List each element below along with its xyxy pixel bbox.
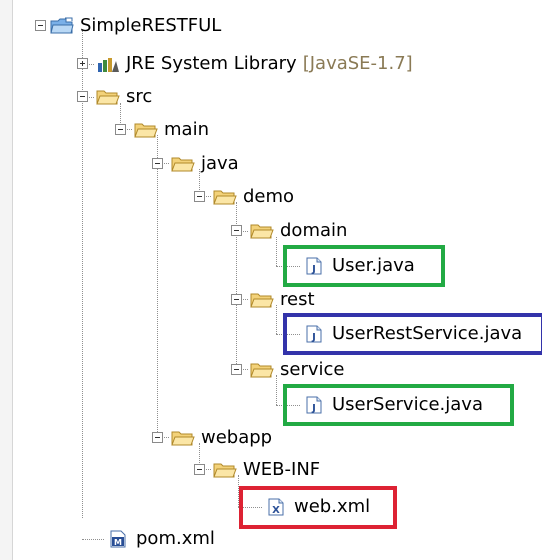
tree-item-webapp[interactable]: webapp xyxy=(171,423,272,453)
tree-item-label: webapp xyxy=(201,427,273,448)
folder-icon xyxy=(250,293,274,308)
folder-icon xyxy=(213,190,237,205)
folder-icon xyxy=(171,157,195,172)
collapse-toggle-main[interactable] xyxy=(115,124,126,135)
library-icon xyxy=(98,58,119,72)
tree-item-label: service xyxy=(280,359,345,380)
highlight-box-user-rest-service-java xyxy=(283,313,542,355)
tree-item-main[interactable]: main xyxy=(134,115,209,145)
tree-item-demo[interactable]: demo xyxy=(213,182,294,212)
tree-item-label: java xyxy=(201,153,239,174)
tree-item-service[interactable]: service xyxy=(250,355,344,385)
project-explorer-tree: SimpleRESTFUL JRE System Library [JavaSE… xyxy=(0,0,542,560)
tree-item-label: demo xyxy=(243,186,295,207)
highlight-box-user-java xyxy=(283,245,445,287)
tree-item-jre-system-library[interactable]: JRE System Library [JavaSE-1.7] xyxy=(96,49,413,79)
tree-item-rest[interactable]: rest xyxy=(250,285,315,315)
maven-pom-icon: M xyxy=(110,530,126,548)
collapse-toggle-webapp[interactable] xyxy=(152,432,163,443)
tree-item-java[interactable]: java xyxy=(171,149,239,179)
tree-item-label: src xyxy=(126,86,153,107)
collapse-toggle-simplerestful[interactable] xyxy=(35,20,46,31)
tree-item-pom-xml[interactable]: M pom.xml xyxy=(106,524,215,554)
tree-item-simplerestful[interactable]: SimpleRESTFUL xyxy=(50,11,221,41)
tree-item-decoration: [JavaSE-1.7] xyxy=(302,53,413,74)
tree-item-label: JRE System Library xyxy=(126,53,297,74)
highlight-box-user-service-java xyxy=(283,384,514,426)
tree-item-label: rest xyxy=(280,289,315,310)
folder-icon xyxy=(213,463,237,478)
collapse-toggle-service[interactable] xyxy=(231,364,242,375)
tree-item-domain[interactable]: domain xyxy=(250,216,347,246)
tree-item-web-inf[interactable]: WEB-INF xyxy=(213,455,320,485)
collapse-toggle-domain[interactable] xyxy=(231,225,242,236)
collapse-toggle-web-inf[interactable] xyxy=(194,464,205,475)
folder-icon xyxy=(134,123,158,138)
tree-item-src[interactable]: src xyxy=(96,82,152,112)
folder-icon xyxy=(171,431,195,446)
collapse-toggle-rest[interactable] xyxy=(231,294,242,305)
collapse-toggle-demo[interactable] xyxy=(194,191,205,202)
tree-item-label: WEB-INF xyxy=(243,459,321,480)
svg-text:M: M xyxy=(114,538,122,547)
collapse-toggle-java[interactable] xyxy=(152,158,163,169)
project-folder-icon xyxy=(50,17,74,34)
tree-item-label: pom.xml xyxy=(136,528,215,549)
folder-icon xyxy=(250,224,274,239)
tree-item-label: main xyxy=(164,119,209,140)
expand-toggle-jre[interactable] xyxy=(77,58,88,69)
folder-icon xyxy=(250,363,274,378)
folder-icon xyxy=(96,90,120,105)
tree-item-label: SimpleRESTFUL xyxy=(80,15,222,36)
tree-item-label: domain xyxy=(280,220,348,241)
collapse-toggle-src[interactable] xyxy=(77,91,88,102)
highlight-box-web-xml xyxy=(239,486,397,529)
